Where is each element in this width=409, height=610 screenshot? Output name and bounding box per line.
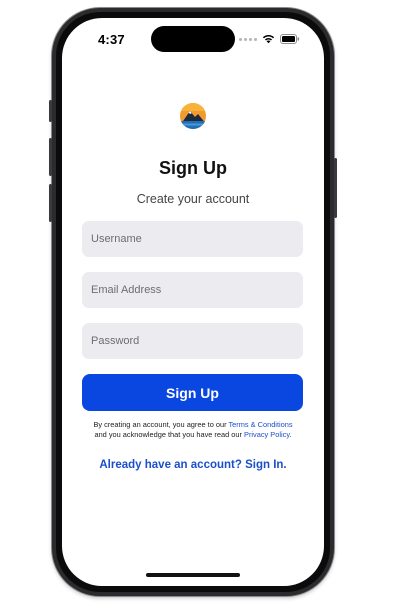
legal-line-2: and you acknowledge that you have read o… — [62, 430, 324, 440]
wifi-icon — [262, 35, 275, 44]
power-button — [334, 158, 337, 218]
signal-icon — [239, 37, 257, 41]
side-button — [49, 100, 52, 122]
legal-text-1: By creating an account, you agree to our — [93, 420, 229, 429]
phone-frame: 4:37 Sign Up Create your account Usernam… — [49, 8, 337, 596]
legal-period: . — [289, 430, 292, 439]
page-title: Sign Up — [159, 158, 227, 178]
mountain-sunset-logo-icon — [180, 103, 206, 129]
status-time: 4:37 — [98, 32, 125, 47]
status-bar: 4:37 — [62, 18, 324, 62]
status-icons — [239, 34, 300, 44]
volume-down-button — [49, 184, 52, 222]
legal-notice: By creating an account, you agree to our… — [62, 420, 324, 440]
battery-icon — [280, 34, 300, 44]
screen: 4:37 Sign Up Create your account Usernam… — [62, 18, 324, 586]
home-indicator[interactable] — [146, 573, 240, 577]
terms-link[interactable]: Terms & Conditions — [228, 420, 292, 429]
legal-text-2: and you acknowledge that you have read o… — [94, 430, 245, 439]
username-field[interactable] — [82, 221, 303, 257]
sign-in-link[interactable]: Already have an account? Sign In. — [62, 459, 324, 471]
page-subtitle: Create your account — [136, 192, 250, 206]
dynamic-island — [151, 26, 235, 52]
sign-up-button[interactable]: Sign Up — [82, 374, 303, 411]
password-field[interactable] — [82, 323, 303, 359]
volume-up-button — [49, 138, 52, 176]
privacy-policy-link[interactable]: Privacy Policy — [244, 430, 289, 439]
stage: 4:37 Sign Up Create your account Usernam… — [0, 0, 409, 610]
legal-line-1: By creating an account, you agree to our… — [62, 420, 324, 430]
email-field[interactable] — [82, 272, 303, 308]
